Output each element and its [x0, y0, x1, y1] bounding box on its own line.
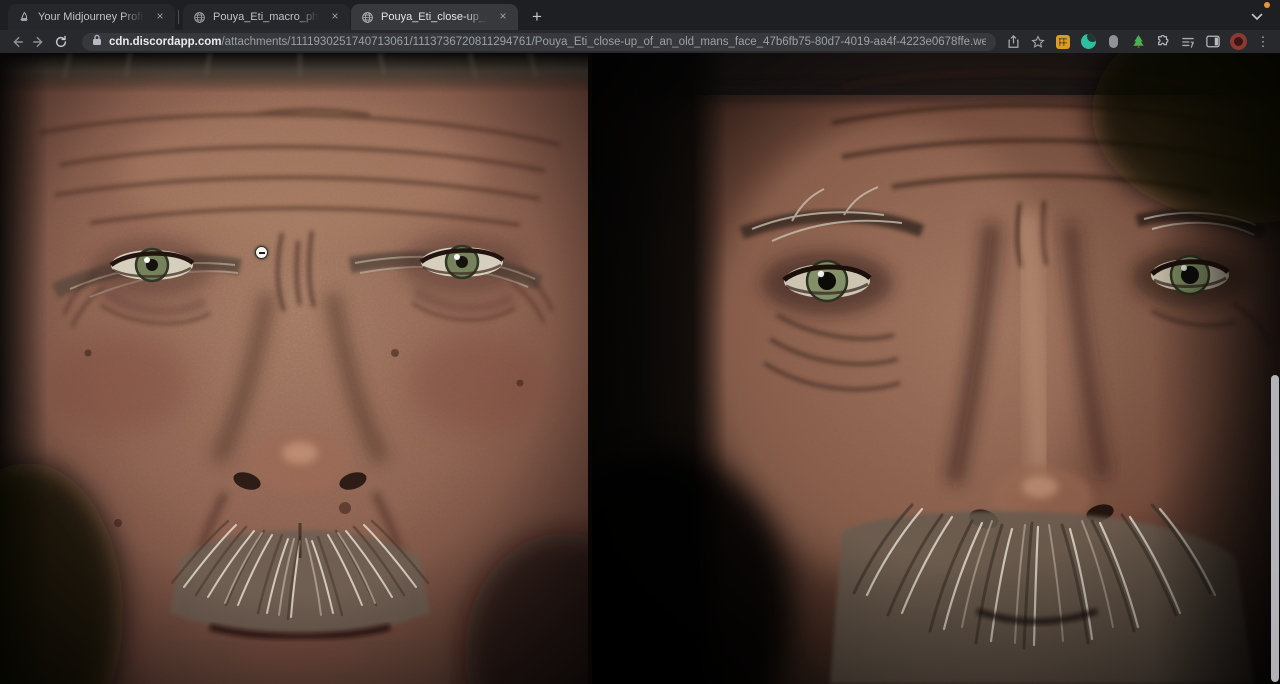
toolbar-actions: ⋮ — [1004, 33, 1272, 51]
share-icon[interactable] — [1004, 33, 1022, 51]
image-viewer[interactable] — [0, 53, 1280, 684]
extension-darkmode-moon-icon[interactable] — [1079, 33, 1097, 51]
side-panel-icon[interactable] — [1204, 33, 1222, 51]
browser-menu-icon[interactable]: ⋮ — [1254, 33, 1272, 51]
extension-blob-icon[interactable] — [1104, 33, 1122, 51]
vertical-scrollbar[interactable] — [1271, 375, 1279, 682]
reading-list-icon[interactable] — [1179, 33, 1197, 51]
reload-button[interactable] — [50, 32, 72, 52]
forward-button[interactable] — [28, 32, 50, 52]
tab-close-icon[interactable]: × — [496, 10, 510, 24]
url-text: cdn.discordapp.com/attachments/111193025… — [109, 36, 986, 48]
browser-window: Your Midjourney Profile × Pouya_Eti_macr… — [0, 0, 1280, 684]
midjourney-sailboat-icon — [17, 10, 31, 24]
tab-divider — [178, 10, 179, 24]
padlock-icon[interactable] — [92, 33, 102, 51]
zoom-out-cursor-icon — [255, 246, 268, 259]
profile-avatar[interactable] — [1229, 33, 1247, 51]
tab-label: Your Midjourney Profile — [38, 11, 146, 23]
address-bar[interactable]: cdn.discordapp.com/attachments/111193025… — [82, 33, 996, 51]
url-host: cdn.discordapp.com — [109, 36, 221, 48]
browser-toolbar: cdn.discordapp.com/attachments/111193025… — [0, 30, 1280, 53]
tab-macro-photo[interactable]: Pouya_Eti_macro_photo_of_a × — [183, 4, 350, 30]
tab-search-chevron-icon[interactable] — [1248, 10, 1266, 24]
bookmark-star-icon[interactable] — [1029, 33, 1047, 51]
tab-label: Pouya_Eti_close-up_of_an_ol — [381, 11, 489, 23]
extensions-puzzle-icon[interactable] — [1154, 33, 1172, 51]
right-portrait-image[interactable] — [592, 53, 1280, 684]
extension-tree-icon[interactable] — [1129, 33, 1147, 51]
back-button[interactable] — [6, 32, 28, 52]
tab-midjourney-profile[interactable]: Your Midjourney Profile × — [8, 4, 175, 30]
tab-strip: Your Midjourney Profile × Pouya_Eti_macr… — [0, 0, 1280, 30]
url-path: /attachments/1111930251740713061/1113736… — [221, 36, 986, 48]
globe-icon — [192, 10, 206, 24]
tab-label: Pouya_Eti_macro_photo_of_a — [213, 11, 321, 23]
tab-close-up-active[interactable]: Pouya_Eti_close-up_of_an_ol × — [351, 4, 518, 30]
extension-grid-icon[interactable] — [1054, 33, 1072, 51]
left-portrait-image[interactable] — [0, 53, 588, 684]
tab-close-icon[interactable]: × — [153, 10, 167, 24]
new-tab-button[interactable]: + — [526, 8, 548, 25]
tab-close-icon[interactable]: × — [328, 10, 342, 24]
globe-icon — [360, 10, 374, 24]
update-badge — [1264, 2, 1270, 8]
